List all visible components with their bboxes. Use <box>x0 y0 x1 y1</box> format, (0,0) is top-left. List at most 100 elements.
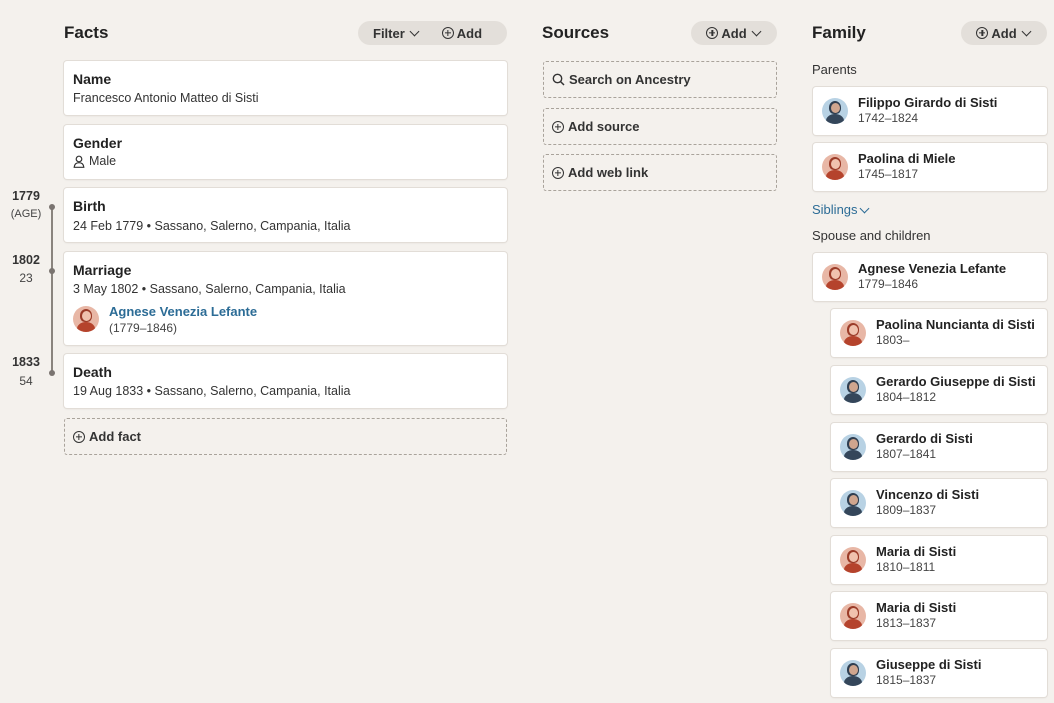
child-card[interactable]: Vincenzo di Sisti 1809–1837 <box>831 479 1047 527</box>
child-card[interactable]: Gerardo Giuseppe di Sisti 1804–1812 <box>831 366 1047 414</box>
family-add-button[interactable]: Add <box>961 21 1047 45</box>
add-fact-button[interactable]: Add fact <box>64 418 507 455</box>
avatar <box>840 320 866 346</box>
add-fact-toolbar-button[interactable]: Add <box>441 25 483 41</box>
add-circle-icon <box>73 430 85 443</box>
fact-value-row: Male <box>73 154 116 168</box>
chevron-down-icon <box>751 26 762 37</box>
child-card[interactable]: Maria di Sisti 1810–1811 <box>831 536 1047 584</box>
avatar <box>822 154 848 180</box>
timeline-year: 1833 <box>12 355 40 369</box>
fact-title: Marriage <box>73 262 132 278</box>
person-name: Maria di Sisti <box>876 544 957 559</box>
child-card[interactable]: Maria di Sisti 1813–1837 <box>831 592 1047 640</box>
person-name: Paolina Nuncianta di Sisti <box>876 317 1035 332</box>
fact-title: Name <box>73 71 112 87</box>
fact-card-marriage[interactable]: Marriage 3 May 1802 • Sassano, Salerno, … <box>64 252 507 345</box>
person-name: Giuseppe di Sisti <box>876 657 982 672</box>
parent-card[interactable]: Filippo Girardo di Sisti 1742–1824 <box>813 87 1047 135</box>
person-name: Agnese Venezia Lefante <box>858 261 1007 276</box>
person-dates: 1809–1837 <box>876 503 937 517</box>
person-name: Filippo Girardo di Sisti <box>858 95 998 110</box>
search-ancestry-button[interactable]: Search on Ancestry <box>543 61 777 98</box>
person-name: Paolina di Miele <box>858 151 956 166</box>
chevron-down-icon <box>409 26 420 37</box>
person-name: Maria di Sisti <box>876 600 957 615</box>
timeline-age: (AGE) <box>10 208 42 220</box>
family-heading: Family <box>812 23 866 42</box>
facts-toolbar: Filter Add <box>358 21 507 45</box>
add-fact-label: Add fact <box>89 429 141 444</box>
add-web-link-label: Add web link <box>568 165 649 180</box>
timeline-year: 1802 <box>12 253 40 267</box>
person-dates: 1810–1811 <box>876 560 936 574</box>
timeline-year: 1779 <box>12 189 40 203</box>
avatar <box>840 434 866 460</box>
child-card[interactable]: Gerardo di Sisti 1807–1841 <box>831 423 1047 471</box>
add-web-link-button[interactable]: Add web link <box>543 154 777 191</box>
fact-card-death[interactable]: Death 19 Aug 1833 • Sassano, Salerno, Ca… <box>64 354 507 408</box>
add-circle-icon <box>976 27 989 39</box>
add-circle-icon <box>441 27 454 39</box>
person-dates: 1813–1837 <box>876 616 937 630</box>
person-dates: 1804–1812 <box>876 390 937 404</box>
add-source-label: Add source <box>568 119 640 134</box>
sources-heading: Sources <box>542 23 610 42</box>
search-ancestry-label: Search on Ancestry <box>569 72 691 87</box>
person-dates: 1815–1837 <box>876 673 937 687</box>
fact-detail: 19 Aug 1833 • Sassano, Salerno, Campania… <box>73 384 351 398</box>
add-label: Add <box>991 25 1017 41</box>
timeline-dot <box>49 268 55 274</box>
person-dates: 1803– <box>876 333 910 347</box>
fact-card-birth[interactable]: Birth 24 Feb 1779 • Sassano, Salerno, Ca… <box>64 188 507 242</box>
child-card[interactable]: Giuseppe di Sisti 1815–1837 <box>831 649 1047 697</box>
timeline-age: 54 <box>19 374 33 388</box>
child-card[interactable]: Paolina Nuncianta di Sisti 1803– <box>831 309 1047 357</box>
add-label: Add <box>721 25 747 41</box>
fact-title: Birth <box>73 198 106 214</box>
parent-card[interactable]: Paolina di Miele 1745–1817 <box>813 143 1047 191</box>
chevron-down-icon <box>859 203 869 213</box>
fact-card-gender[interactable]: Gender Male <box>64 125 507 179</box>
avatar <box>840 547 866 573</box>
fact-value: Francesco Antonio Matteo di Sisti <box>73 91 259 105</box>
timeline-age: 23 <box>19 271 33 285</box>
person-dates: 1742–1824 <box>858 111 919 125</box>
avatar <box>840 490 866 516</box>
avatar <box>822 264 848 290</box>
add-label: Add <box>456 25 483 41</box>
siblings-toggle[interactable]: Siblings <box>812 202 870 217</box>
siblings-label: Siblings <box>812 202 858 217</box>
person-dates: 1779–1846 <box>858 277 919 291</box>
fact-card-name[interactable]: Name Francesco Antonio Matteo di Sisti <box>64 61 507 115</box>
person-name: Gerardo Giuseppe di Sisti <box>876 374 1036 389</box>
sources-add-button[interactable]: Add <box>691 21 777 45</box>
search-icon <box>552 73 565 86</box>
avatar <box>822 98 848 124</box>
avatar <box>840 660 866 686</box>
person-name: Vincenzo di Sisti <box>876 487 980 502</box>
filter-label: Filter <box>373 25 405 41</box>
timeline-dot <box>49 370 55 376</box>
add-circle-icon <box>552 166 564 179</box>
gender-value: Male <box>89 154 117 168</box>
add-source-button[interactable]: Add source <box>543 108 777 145</box>
parents-label: Parents <box>812 62 857 77</box>
person-dates: 1745–1817 <box>858 167 919 181</box>
fact-title: Gender <box>73 135 123 151</box>
fact-detail: 3 May 1802 • Sassano, Salerno, Campania,… <box>73 282 346 296</box>
add-circle-icon <box>706 27 719 39</box>
avatar <box>840 377 866 403</box>
person-name: Gerardo di Sisti <box>876 431 973 446</box>
avatar <box>840 603 866 629</box>
spouse-card[interactable]: Agnese Venezia Lefante 1779–1846 <box>813 253 1047 301</box>
fact-title: Death <box>73 364 112 380</box>
filter-button[interactable]: Filter <box>373 26 420 41</box>
person-icon <box>73 155 85 168</box>
avatar <box>73 306 99 332</box>
facts-heading: Facts <box>64 23 109 42</box>
spouse-link[interactable]: Agnese Venezia Lefante <box>109 304 257 319</box>
chevron-down-icon <box>1021 26 1032 37</box>
timeline-dot <box>49 204 55 210</box>
timeline-line <box>51 207 53 373</box>
